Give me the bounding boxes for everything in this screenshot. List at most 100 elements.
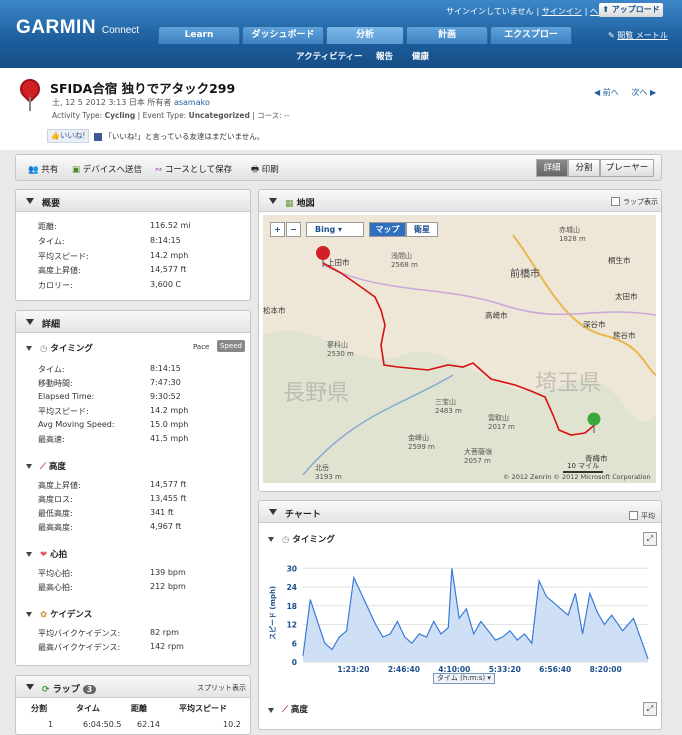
view-player-button[interactable]: プレーヤー — [600, 159, 654, 177]
subnav-reports[interactable]: 報告 — [376, 50, 393, 62]
tab-analysis[interactable]: 分析 — [326, 26, 404, 44]
y-tick-label: 6 — [292, 639, 297, 648]
activity-title[interactable]: SFIDA合宿 独りでアタック299 — [50, 78, 235, 97]
x-axis-select[interactable]: タイム (h:m:s) ▾ — [433, 673, 495, 684]
x-tick-label: 8:20:00 — [590, 665, 622, 674]
map-view-button[interactable]: マップ — [369, 222, 406, 237]
heart-icon: ❤ — [40, 550, 48, 560]
y-tick-label: 0 — [292, 658, 297, 667]
map-provider-select[interactable]: Bing ▾ — [306, 222, 364, 237]
garmin-logo[interactable]: GARMIN Connect — [16, 17, 139, 39]
collapse-icon — [26, 198, 34, 204]
map-svg — [263, 215, 656, 483]
send-to-device-button[interactable]: ▣ デバイスへ送信 — [72, 163, 142, 175]
tab-plan[interactable]: 計画 — [406, 26, 488, 44]
save-course-button[interactable]: ∾ コースとして保存 — [155, 163, 232, 175]
speed-area — [303, 568, 648, 662]
collapse-icon[interactable] — [26, 346, 32, 351]
print-button[interactable]: 🖶 印刷 — [251, 163, 279, 178]
summary-value: 14.2 mph — [150, 251, 189, 260]
lap-cell: 10.2 — [223, 720, 241, 729]
upload-button[interactable]: ⬆ アップロード — [599, 3, 663, 17]
summary-panel-header[interactable]: 概要 — [16, 190, 250, 212]
place-label: 熊谷市 — [613, 331, 636, 340]
like-button[interactable]: 👍いいね! — [47, 129, 89, 143]
zoom-out-button[interactable]: − — [286, 222, 301, 237]
view-details-button[interactable]: 詳細 — [536, 159, 568, 177]
elevation-section-title: ⟋ 高度 — [40, 462, 66, 472]
timing-value: 8:14:15 — [150, 364, 181, 373]
summary-value: 3,600 C — [150, 280, 182, 289]
lap-header: 距離 — [131, 704, 147, 713]
heart-value: 212 bpm — [150, 582, 186, 591]
place-label: 松本市 — [263, 306, 286, 315]
clock-icon: ◷ — [282, 535, 290, 545]
cadence-value: 82 rpm — [150, 628, 179, 637]
collapse-icon[interactable] — [26, 612, 32, 617]
activity-type[interactable]: Cycling — [105, 111, 136, 120]
y-tick-label: 18 — [287, 602, 297, 611]
satellite-view-button[interactable]: 衛星 — [406, 222, 438, 237]
map-canvas[interactable]: + − Bing ▾ マップ 衛星 浅間山 2568 m 前橋市 蓼科山 2530 … — [263, 215, 656, 483]
tab-explore[interactable]: エクスプロー — [490, 26, 572, 44]
clock-icon: ◷ — [40, 344, 48, 354]
flat-checkbox[interactable] — [629, 511, 638, 520]
speed-chart-svg[interactable]: 0612182430 1:23:20 2:46:40 4:10:00 5:33:20 6… — [263, 552, 656, 684]
cadence-label: 最高バイクケイデンス: — [38, 643, 121, 652]
next-link[interactable]: 次へ ▶ — [631, 88, 656, 97]
lap-header: タイム — [76, 704, 100, 713]
laps-icon: ⟳ — [42, 685, 50, 695]
event-type[interactable]: Uncategorized — [189, 111, 250, 120]
collapse-icon[interactable] — [268, 537, 274, 542]
share-button[interactable]: 👥 共有 — [28, 163, 58, 175]
laps-panel-header[interactable]: ⟳ ラップ 3 スプリット表示 — [16, 676, 250, 698]
map-copyright: © 2012 Zenrin © 2012 Microsoft Corporati… — [503, 473, 651, 481]
collapse-icon[interactable] — [26, 464, 32, 469]
prefecture-label: 長野県 — [283, 381, 350, 406]
timing-label: Elapsed Time: — [38, 392, 95, 401]
speed-toggle[interactable]: Speed — [217, 340, 245, 352]
place-label: 北岳 3193 m — [315, 464, 342, 481]
cadence-icon: ✿ — [40, 610, 48, 620]
tab-dashboard[interactable]: ダッシュボード — [242, 26, 324, 44]
timing-value: 7:47:30 — [150, 378, 181, 387]
summary-value: 8:14:15 — [150, 236, 181, 245]
owner-link[interactable]: asamako — [174, 98, 210, 107]
units-link[interactable]: ✎ 閲覧 メートル — [608, 30, 668, 41]
heart-label: 最高心拍: — [38, 583, 73, 592]
elevation-label: 高度上昇値: — [38, 481, 81, 490]
elevation-value: 14,577 ft — [150, 480, 187, 489]
split-view-link[interactable]: スプリット表示 — [197, 683, 246, 693]
summary-value: 116.52 mi — [150, 221, 191, 230]
place-label: 桐生市 — [608, 256, 631, 265]
map-panel-header[interactable]: ▦ 地図 ラップ表示 — [259, 190, 661, 212]
place-label: 蓼科山 2530 m — [327, 341, 354, 358]
collapse-icon[interactable] — [26, 552, 32, 557]
y-tick-label: 24 — [287, 583, 297, 592]
lap-display-checkbox[interactable] — [611, 197, 620, 206]
print-icon: 🖶 — [251, 165, 260, 175]
lap-cell: 1 — [48, 720, 54, 729]
chart-panel-header[interactable]: チャート 平均 — [259, 501, 661, 523]
timing-label: タイム: — [38, 365, 65, 374]
subnav-health[interactable]: 健康 — [412, 50, 429, 62]
flat-label: 平均 — [641, 512, 655, 520]
prev-next-nav: ◀ 前へ 次へ ▶ — [594, 87, 656, 98]
heart-value: 139 bpm — [150, 568, 186, 577]
prev-link[interactable]: ◀ 前へ — [594, 88, 619, 97]
collapse-icon[interactable] — [268, 708, 274, 713]
signed-out-text: サインインしていません — [446, 7, 534, 16]
tab-learn[interactable]: Learn — [158, 26, 240, 44]
expand-icon[interactable]: ⤢ — [643, 702, 657, 716]
view-splits-button[interactable]: 分割 — [568, 159, 600, 177]
top-header: GARMIN Connect サインインしていません| サインイン| ヘルプ ⬆… — [0, 0, 682, 68]
expand-icon[interactable]: ⤢ — [643, 532, 657, 546]
subnav-activities[interactable]: アクティビティー — [296, 50, 363, 62]
signin-link[interactable]: サインイン — [542, 7, 582, 16]
zoom-in-button[interactable]: + — [270, 222, 285, 237]
details-panel-header[interactable]: 詳細 — [16, 311, 250, 333]
place-label: 大菩薩嶺 2057 m — [464, 448, 492, 465]
pace-toggle[interactable]: Pace — [193, 343, 209, 351]
timing-value: 15.0 mph — [150, 420, 189, 429]
facebook-icon — [94, 133, 102, 141]
